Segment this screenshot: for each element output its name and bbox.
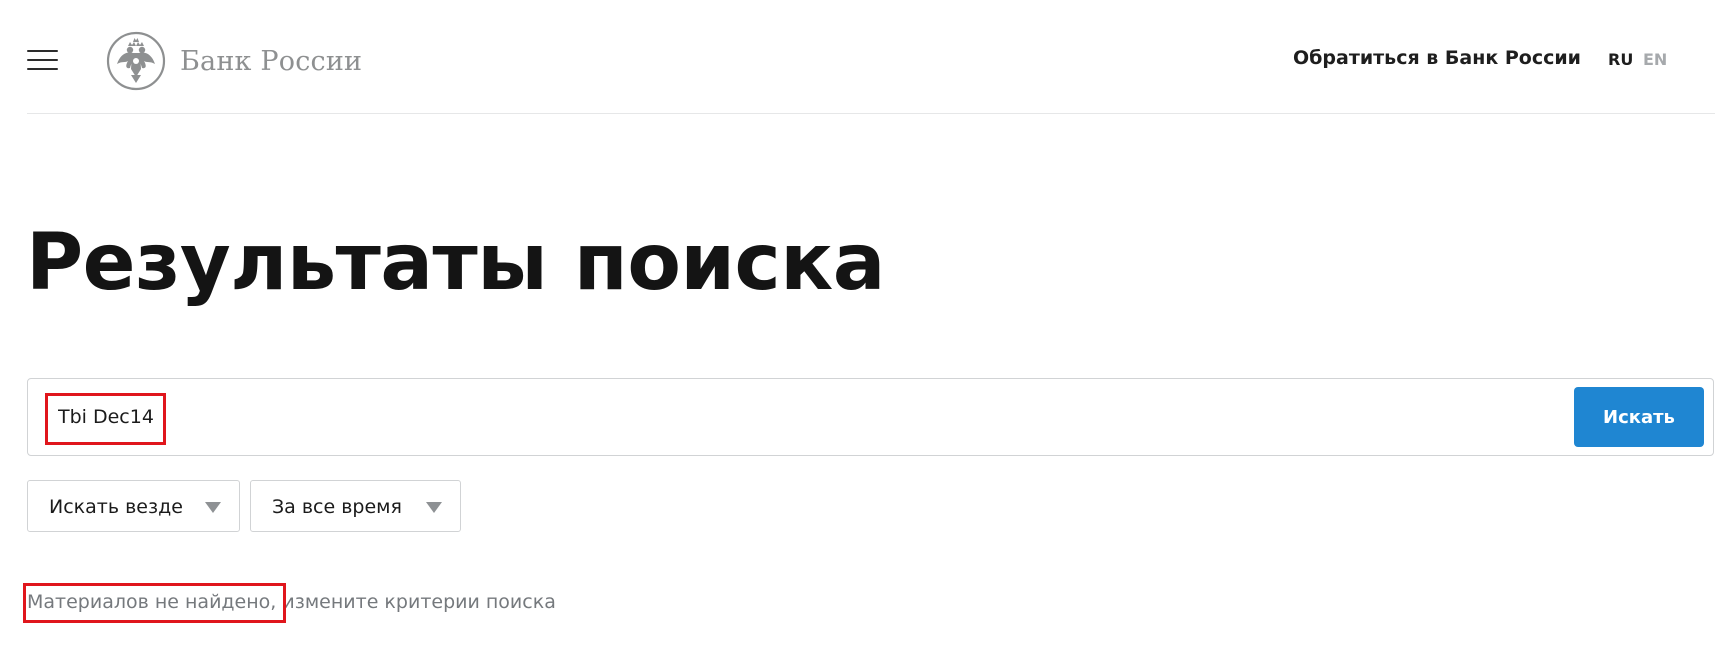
double-headed-eagle-icon (106, 31, 166, 91)
no-results-text: Материалов не найдено, (27, 591, 277, 613)
search-button[interactable]: Искать (1574, 387, 1704, 447)
period-dropdown[interactable]: За все время (250, 480, 461, 532)
hamburger-menu-icon[interactable] (27, 48, 59, 72)
language-ru[interactable]: RU (1608, 50, 1633, 69)
search-scope-dropdown[interactable]: Искать везде (27, 480, 240, 532)
language-en[interactable]: EN (1643, 50, 1667, 69)
contact-bank-link[interactable]: Обратиться в Банк России (1293, 47, 1581, 69)
search-scope-value: Искать везде (49, 496, 183, 518)
menu-line (27, 50, 58, 52)
period-value: За все время (272, 496, 402, 518)
no-results-message: Материалов не найдено, измените критерии… (27, 591, 556, 613)
dropdown-arrow-icon (205, 502, 221, 513)
search-form: Искать (27, 378, 1714, 456)
search-input[interactable] (58, 399, 1558, 435)
dropdown-arrow-icon (426, 502, 442, 513)
logo-link[interactable]: Банк России (106, 30, 362, 92)
menu-line (27, 68, 58, 70)
menu-line (27, 59, 58, 61)
logo-text: Банк России (180, 45, 363, 77)
no-results-hint: измените критерии поиска (282, 591, 556, 613)
page-title: Результаты поиска (26, 218, 885, 308)
header-divider (27, 113, 1715, 114)
